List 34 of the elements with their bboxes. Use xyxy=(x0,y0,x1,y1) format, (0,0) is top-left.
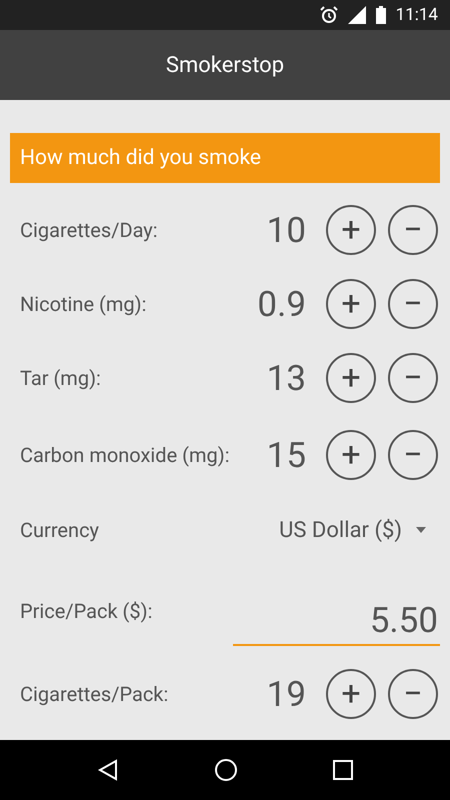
dropdown-arrow-icon xyxy=(416,527,426,533)
field-label: Carbon monoxide (mg): xyxy=(20,442,231,468)
decrement-button[interactable]: − xyxy=(388,205,438,255)
increment-button[interactable]: + xyxy=(326,669,376,719)
recents-icon[interactable] xyxy=(332,760,353,780)
value-text: 19 xyxy=(266,674,306,714)
app-title: Smokerstop xyxy=(166,52,284,78)
signal-icon xyxy=(348,6,366,24)
value-text: 10 xyxy=(266,210,306,250)
field-label: Tar (mg): xyxy=(20,366,102,390)
increment-button[interactable]: + xyxy=(326,353,376,403)
currency-dropdown[interactable]: US Dollar ($) xyxy=(279,518,440,542)
field-label: Price/Pack ($): xyxy=(20,598,154,624)
value-text: 13 xyxy=(266,358,306,398)
decrement-button[interactable]: − xyxy=(388,279,438,329)
field-label: Nicotine (mg): xyxy=(20,292,148,316)
price-input[interactable]: 5.50 xyxy=(233,596,440,646)
value-text: 15 xyxy=(266,434,306,476)
field-label: Currency xyxy=(20,518,100,542)
increment-button[interactable]: + xyxy=(326,430,376,480)
field-label: Cigarettes/Day: xyxy=(20,218,159,242)
home-icon[interactable] xyxy=(214,758,238,782)
field-label: Cigarettes/Pack: xyxy=(20,682,170,706)
section-header: How much did you smoke xyxy=(10,133,440,183)
battery-icon xyxy=(376,6,386,24)
alarm-icon xyxy=(320,6,338,24)
back-icon[interactable] xyxy=(97,759,120,781)
increment-button[interactable]: + xyxy=(326,205,376,255)
decrement-button[interactable]: − xyxy=(388,353,438,403)
decrement-button[interactable]: − xyxy=(388,430,438,480)
value-text: 0.9 xyxy=(257,284,306,324)
decrement-button[interactable]: − xyxy=(388,669,438,719)
increment-button[interactable]: + xyxy=(326,279,376,329)
status-time: 11:14 xyxy=(396,5,438,25)
